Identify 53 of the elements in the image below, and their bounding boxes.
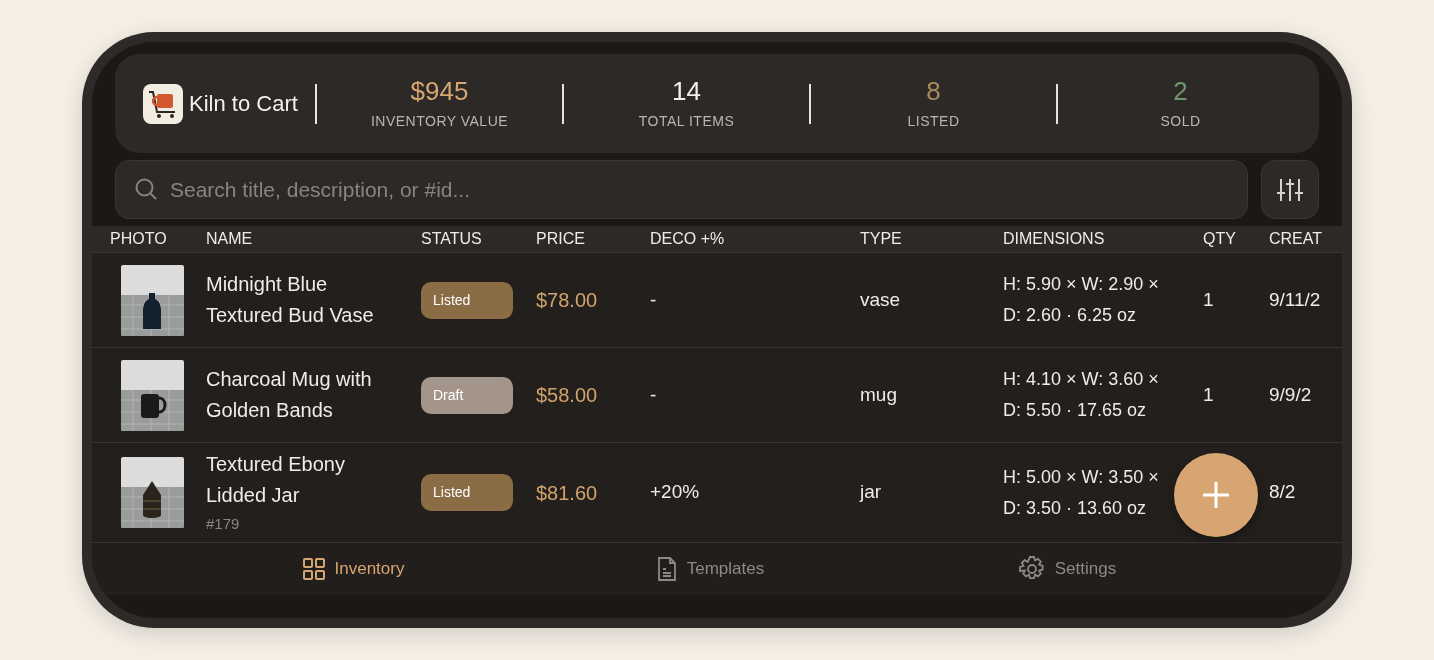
column-header: STATUS [421, 229, 483, 249]
status-badge: Listed [421, 474, 513, 511]
sliders-icon [1276, 176, 1304, 203]
search-field[interactable]: Search title, description, or #id... [115, 160, 1248, 219]
type-text: jar [860, 480, 883, 505]
deco-text: - [650, 287, 658, 312]
type-text: mug [860, 382, 898, 407]
stat-value: 2 [1173, 75, 1188, 107]
deco-text: - [650, 382, 658, 407]
column-header: DECO +% [650, 229, 726, 249]
settings-icon [1018, 556, 1045, 582]
plus-icon [1201, 480, 1231, 510]
qty-text: 1 [1203, 382, 1215, 407]
date-text: 9/11/2 [1269, 287, 1322, 312]
date-text: 8/2 [1269, 480, 1297, 505]
tab[interactable]: Settings [889, 543, 1246, 595]
stat-label: TOTAL ITEMS [638, 112, 735, 131]
deco-text: +20% [650, 480, 701, 505]
dimensions-text: H: 4.10 × W: 3.60 × D: 5.50 · 17.65 oz [1003, 368, 1160, 422]
item-name: Charcoal Mug with Golden Bands [206, 367, 373, 423]
status-badge: Listed [421, 281, 513, 319]
column-header: PRICE [536, 229, 586, 249]
column-header: NAME [206, 229, 254, 249]
document-icon [656, 557, 677, 581]
price-text: $78.00 [536, 288, 599, 313]
dimensions-text: H: 5.90 × W: 2.90 × D: 2.60 · 6.25 oz [1003, 273, 1160, 327]
dimensions-text: H: 5.00 × W: 3.50 × D: 3.50 · 13.60 oz [1003, 465, 1160, 520]
grid-icon [302, 558, 325, 580]
column-header: PHOTO [110, 229, 168, 249]
cart-logo-icon [143, 83, 183, 124]
qty-text: 1 [1203, 287, 1215, 312]
stat-label: LISTED [907, 112, 960, 131]
stat-value: 8 [926, 75, 941, 107]
price-text: $58.00 [536, 383, 599, 408]
column-header: DIMENSIONS [1003, 229, 1106, 249]
date-text: 9/9/2 [1269, 382, 1313, 407]
stat-label: SOLD [1160, 112, 1201, 131]
item-name: Textured Ebony Lidded Jar [206, 452, 346, 509]
price-text: $81.60 [536, 480, 599, 506]
column-header: QTY [1203, 229, 1237, 249]
tab[interactable]: Inventory [175, 543, 532, 595]
column-header: CREAT [1269, 229, 1324, 249]
tab[interactable]: Templates [532, 543, 889, 595]
filter-button[interactable] [1261, 160, 1319, 219]
item-id: #179 [206, 514, 241, 535]
stat-value: 14 [672, 75, 701, 107]
column-header: TYPE [860, 229, 903, 249]
stat-label: INVENTORY VALUE [370, 112, 509, 131]
app-name: Kiln to Cart [189, 90, 298, 118]
item-name: Midnight Blue Textured Bud Vase [206, 272, 375, 328]
type-text: vase [860, 287, 902, 312]
status-badge: Draft [421, 376, 513, 414]
stat-value: $945 [410, 75, 469, 107]
